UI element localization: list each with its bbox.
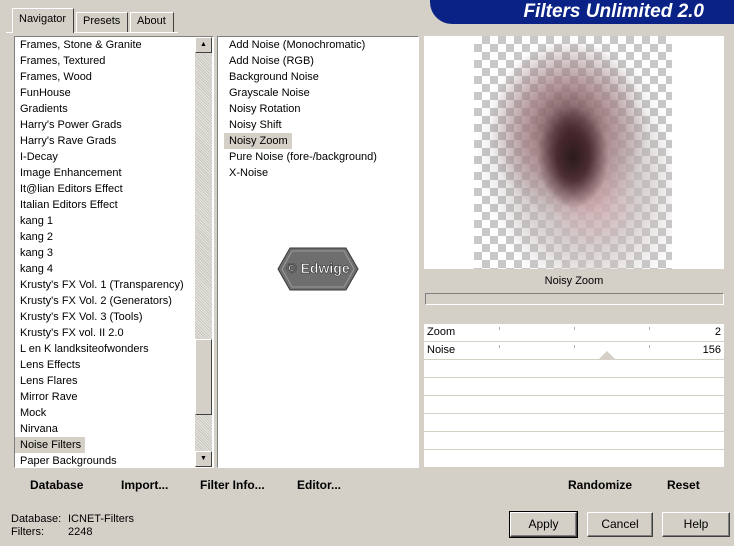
category-item[interactable]: I-Decay — [15, 149, 213, 165]
filter-info-button[interactable]: Filter Info... — [200, 478, 265, 492]
category-item[interactable]: Mock — [15, 405, 213, 421]
preview-panel — [424, 36, 724, 269]
filter-item[interactable]: Grayscale Noise — [224, 85, 418, 101]
param-value: 2 — [714, 326, 721, 338]
tab-about[interactable]: About — [130, 12, 174, 32]
category-list-panel: Frames, Stone & Granite Frames, Textured F… — [14, 36, 214, 468]
category-item[interactable]: Paper Backgrounds — [15, 453, 213, 467]
category-item[interactable]: Noise Filters — [15, 437, 86, 453]
filter-item[interactable]: Noisy Shift — [224, 117, 418, 133]
slider-thumb[interactable] — [598, 351, 616, 360]
filter-item[interactable]: X-Noise — [224, 165, 418, 181]
category-item[interactable]: kang 1 — [15, 213, 213, 229]
noise-zoom-render — [474, 36, 672, 269]
current-filter-label: Noisy Zoom — [544, 275, 604, 287]
filter-item[interactable]: Noisy Rotation — [224, 101, 418, 117]
title-banner: Filters Unlimited 2.0 — [430, 0, 734, 24]
param-name: Zoom — [427, 326, 456, 338]
category-item[interactable]: Frames, Wood — [15, 69, 213, 85]
tab-presets[interactable]: Presets — [76, 12, 128, 32]
apply-button[interactable]: Apply — [509, 511, 578, 538]
cancel-button[interactable]: Cancel — [587, 512, 653, 537]
category-item[interactable]: kang 4 — [15, 261, 213, 277]
category-item[interactable]: Lens Effects — [15, 357, 213, 373]
filter-item[interactable]: Noisy Zoom — [224, 133, 292, 149]
randomize-button[interactable]: Randomize — [568, 478, 632, 492]
param-row-empty — [424, 396, 724, 414]
slider-tick — [649, 345, 650, 348]
param-row-zoom[interactable]: Zoom 2 — [424, 324, 724, 342]
category-item[interactable]: kang 2 — [15, 229, 213, 245]
category-item[interactable]: Harry's Power Grads — [15, 117, 213, 133]
filter-list[interactable]: Add Noise (Monochromatic) Add Noise (RGB)… — [218, 37, 418, 181]
watermark-text: © Edwige — [286, 260, 349, 276]
category-item[interactable]: Frames, Stone & Granite — [15, 37, 213, 53]
param-row-empty — [424, 432, 724, 450]
slider-tick — [499, 345, 500, 348]
category-item[interactable]: Harry's Rave Grads — [15, 133, 213, 149]
category-scrollbar[interactable]: ▲ ▼ — [195, 37, 212, 467]
editor-button[interactable]: Editor... — [297, 478, 341, 492]
app-title: Filters Unlimited 2.0 — [523, 1, 704, 22]
category-item[interactable]: kang 3 — [15, 245, 213, 261]
param-value: 156 — [702, 344, 721, 356]
param-row-empty — [424, 378, 724, 396]
database-button[interactable]: Database — [30, 478, 83, 492]
slider-tick — [574, 345, 575, 348]
watermark-badge: © Edwige — [277, 247, 359, 291]
reset-button[interactable]: Reset — [667, 478, 700, 492]
scrollbar-thumb[interactable] — [195, 339, 212, 415]
category-item[interactable]: Krusty's FX vol. II 2.0 — [15, 325, 213, 341]
preview-image — [474, 36, 672, 269]
category-item[interactable]: Krusty's FX Vol. 2 (Generators) — [15, 293, 213, 309]
param-row-empty — [424, 360, 724, 378]
triangle-down-icon[interactable]: ▼ — [195, 451, 212, 467]
category-item[interactable]: Frames, Textured — [15, 53, 213, 69]
help-button[interactable]: Help — [662, 512, 730, 537]
import-button[interactable]: Import... — [121, 478, 168, 492]
category-list[interactable]: Frames, Stone & Granite Frames, Textured F… — [15, 37, 213, 467]
category-item[interactable]: Italian Editors Effect — [15, 197, 213, 213]
filter-item[interactable]: Background Noise — [224, 69, 418, 85]
category-item[interactable]: L en K landksiteofwonders — [15, 341, 213, 357]
category-item[interactable]: Gradients — [15, 101, 213, 117]
category-item[interactable]: Krusty's FX Vol. 3 (Tools) — [15, 309, 213, 325]
triangle-up-icon[interactable]: ▲ — [195, 37, 212, 53]
param-row-empty — [424, 450, 724, 468]
param-row-noise[interactable]: Noise 156 — [424, 342, 724, 360]
param-row-empty — [424, 414, 724, 432]
category-item[interactable]: Nirvana — [15, 421, 213, 437]
slider-tick — [574, 327, 575, 330]
category-item[interactable]: Lens Flares — [15, 373, 213, 389]
parameter-panel: Zoom 2 Noise 156 — [424, 324, 724, 468]
database-label: Database: — [11, 513, 62, 525]
category-item[interactable]: FunHouse — [15, 85, 213, 101]
filter-item[interactable]: Add Noise (RGB) — [224, 53, 418, 69]
category-item[interactable]: Image Enhancement — [15, 165, 213, 181]
tab-navigator[interactable]: Navigator — [12, 8, 74, 33]
slider-tick — [499, 327, 500, 330]
slider-tick — [649, 327, 650, 330]
category-item[interactable]: Mirror Rave — [15, 389, 213, 405]
filters-count: 2248 — [68, 526, 93, 538]
filters-label: Filters: — [11, 526, 44, 538]
filter-item[interactable]: Add Noise (Monochromatic) — [224, 37, 418, 53]
category-item[interactable]: It@lian Editors Effect — [15, 181, 213, 197]
category-item[interactable]: Krusty's FX Vol. 1 (Transparency) — [15, 277, 213, 293]
database-value: ICNET-Filters — [68, 513, 134, 525]
progress-bar — [425, 293, 724, 305]
filter-item[interactable]: Pure Noise (fore-/background) — [224, 149, 418, 165]
param-name: Noise — [427, 344, 456, 356]
